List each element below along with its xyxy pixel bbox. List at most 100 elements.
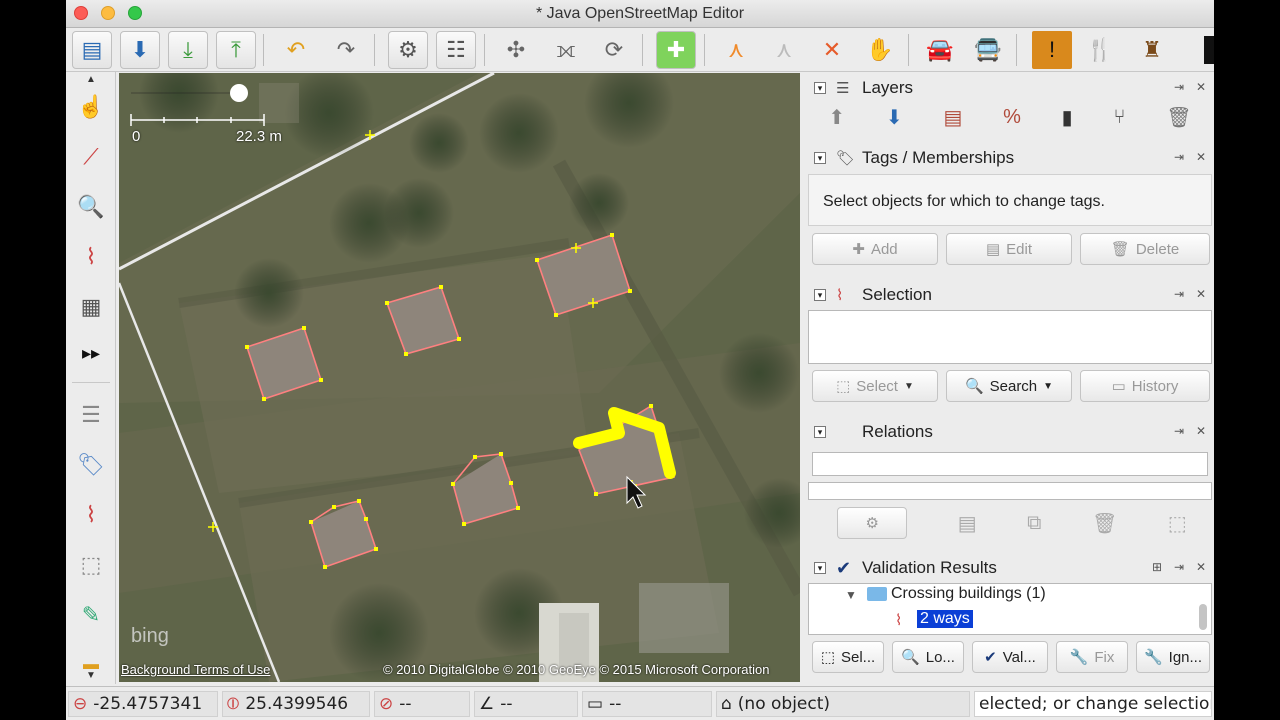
imagery-copyright: © 2010 DigitalGlobe © 2010 GeoEye © 2015… [383,662,770,677]
collapse-icon[interactable]: ▾ [814,426,826,438]
bus-icon[interactable]: 🚍 [968,31,1008,69]
open-icon[interactable]: ▤ [72,31,112,69]
detach-icon[interactable]: ⇥ [1172,560,1186,574]
way-icon: ⌇ [895,612,903,629]
relations-panel-header[interactable]: ▾ Relations ⇥ ✕ [808,418,1212,446]
show-hide-icon[interactable]: % [1003,106,1021,129]
selection-toggle-icon[interactable]: ⌇ [72,496,110,534]
close-panel-icon[interactable]: ✕ [1194,287,1208,301]
crossroads-icon[interactable]: ✕ [812,31,852,69]
expand-icon[interactable]: ▼ [845,588,857,602]
split-icon[interactable]: ⟗ [546,31,586,69]
scroll-down-icon[interactable]: ▼ [86,670,96,681]
dropdown-icon: ▼ [1043,380,1054,392]
merge-icon[interactable]: ⑂ [1113,106,1125,129]
select-tool-icon[interactable]: ☝ [72,88,110,126]
simplify-icon[interactable]: ✣ [496,31,536,69]
selection-list[interactable] [808,310,1212,364]
download-icon[interactable]: ⤓ [168,31,208,69]
collapse-icon[interactable]: ▾ [814,289,826,301]
validation-panel-header[interactable]: ▾ ✔ Validation Results ⊞ ⇥ ✕ [808,554,1212,582]
edit-tag-button[interactable]: ▤ Edit [946,233,1072,265]
expand-tools-icon[interactable]: ▸▸ [72,334,110,372]
wrench-icon: 🔧 [1069,649,1089,666]
close-panel-icon[interactable]: ✕ [1194,424,1208,438]
close-panel-icon[interactable]: ✕ [1194,150,1208,164]
delete-tag-button[interactable]: 🗑 Delete [1080,233,1210,265]
layers-toggle-icon[interactable]: ☰ [72,396,110,434]
detach-icon[interactable]: ⇥ [1172,287,1186,301]
improve-way-icon[interactable]: ⌇ [72,238,110,276]
object-field: ⌂ (no object) [716,691,970,717]
undo-icon[interactable]: ↶ [276,31,316,69]
orthogonalize-icon[interactable]: ✚ [656,31,696,69]
scrollbar[interactable] [1199,604,1207,630]
map-view[interactable]: 0 22.3 m bing Background Terms of Use © … [119,73,800,682]
new-relation-icon[interactable]: ⚙ [837,507,908,539]
move-up-icon[interactable]: ⬆ [828,105,845,130]
relations-toggle-icon[interactable]: ⬚ [72,546,110,584]
draw-tool-icon[interactable]: ⟋ [72,138,110,176]
fix-button[interactable]: 🔧 Fix [1056,641,1128,673]
highway-icon[interactable]: ⋏ [716,31,756,69]
validation-toggle-icon[interactable]: ✎ [72,596,110,634]
delete-relation-icon[interactable]: 🗑 [1092,511,1117,536]
detach-icon[interactable]: ⇥ [1172,424,1186,438]
restaurant-icon[interactable]: 🍴 [1080,31,1120,69]
close-panel-icon[interactable]: ✕ [1194,560,1208,574]
status-bar: ⊖ -25.4757341 ⦶ 25.4399546 ⊘ -- ∠ -- ▭ -- ⌂ (n… [66,686,1214,720]
tags-panel-body: Select objects for which to change tags. [808,174,1212,226]
redo-icon[interactable]: ↷ [326,31,366,69]
preferences-icon[interactable]: ⚙ [388,31,428,69]
zoom-tool-icon[interactable]: 🔍 [72,188,110,226]
building-tool-icon[interactable]: ▦ [72,288,110,326]
collapse-icon[interactable]: ▾ [814,152,826,164]
validation-title: Validation Results [862,558,997,577]
validation-item[interactable]: 2 ways [917,610,973,628]
lookup-button[interactable]: 🔍 Lo... [892,641,964,673]
scale-end: 22.3 m [236,128,282,145]
save-icon[interactable]: ⬇ [120,31,160,69]
select-button[interactable]: ⬚ Select ▼ [812,370,938,402]
detach-icon[interactable]: ⇥ [1172,80,1186,94]
filter-icon[interactable]: ☷ [436,31,476,69]
background-terms-link[interactable]: Background Terms of Use [121,662,270,677]
validation-tree[interactable]: ▼ Crossing buildings (1) ⌇ 2 ways [808,583,1212,635]
validate-button[interactable]: ✔ Val... [972,641,1048,673]
select-errors-button[interactable]: ⬚ Sel... [812,641,884,673]
validation-group[interactable]: Crossing buildings (1) [891,585,1046,603]
add-tag-button[interactable]: ✚ Add [812,233,938,265]
angle-icon: ∠ [479,694,495,714]
options-icon[interactable]: ⊞ [1150,560,1164,574]
hand-icon[interactable]: ✋ [860,31,900,69]
collapse-icon[interactable]: ▾ [814,562,826,574]
upload-icon[interactable]: ⤒ [216,31,256,69]
move-down-icon[interactable]: ⬇ [886,105,903,130]
history-button[interactable]: ▭ History [1080,370,1210,402]
relations-list[interactable] [808,482,1212,500]
scroll-up-icon[interactable]: ▲ [86,74,96,85]
exclamation-icon[interactable]: ! [1032,31,1072,69]
opacity-icon[interactable]: ▮ [1062,105,1073,130]
collapse-icon[interactable]: ▾ [814,82,826,94]
scale-start: 0 [132,128,141,145]
edit-relation-icon[interactable]: ▤ [958,511,977,536]
car-icon[interactable]: 🚘 [920,31,960,69]
ignore-button[interactable]: 🔧 Ign... [1136,641,1210,673]
refresh-icon[interactable]: ⟳ [594,31,634,69]
selection-panel-header[interactable]: ▾ ⌇ Selection ⇥ ✕ [808,281,1212,309]
delete-layer-icon[interactable]: 🗑 [1166,105,1191,130]
close-panel-icon[interactable]: ✕ [1194,80,1208,94]
relations-filter[interactable] [812,452,1208,476]
crossing-icon[interactable]: ⋏ [764,31,804,69]
duplicate-relation-icon[interactable]: ⧉ [1027,512,1041,535]
activate-layer-icon[interactable]: ▤ [943,105,962,130]
castle-icon[interactable]: ♜ [1132,31,1172,69]
detach-icon[interactable]: ⇥ [1172,150,1186,164]
search-button[interactable]: 🔍 Search ▼ [946,370,1072,402]
layers-panel-header[interactable]: ▾ ☰ Layers ⇥ ✕ [808,74,1212,102]
longitude-icon: ⦶ [227,694,240,714]
select-members-icon[interactable]: ⬚ [1168,511,1187,536]
tags-toggle-icon[interactable]: 🏷 [72,446,110,484]
tags-panel-header[interactable]: ▾ 🏷 Tags / Memberships ⇥ ✕ [808,144,1212,172]
